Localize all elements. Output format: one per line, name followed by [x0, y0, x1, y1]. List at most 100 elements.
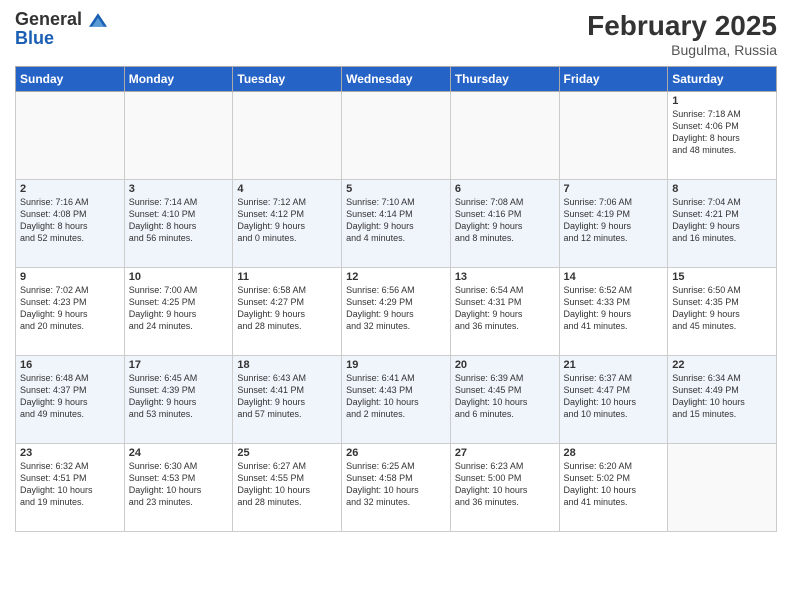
- calendar-cell: 7Sunrise: 7:06 AM Sunset: 4:19 PM Daylig…: [559, 180, 668, 268]
- calendar-header-row: Sunday Monday Tuesday Wednesday Thursday…: [16, 67, 777, 92]
- col-sunday: Sunday: [16, 67, 125, 92]
- calendar-cell: 26Sunrise: 6:25 AM Sunset: 4:58 PM Dayli…: [342, 444, 451, 532]
- day-info: Sunrise: 6:50 AM Sunset: 4:35 PM Dayligh…: [672, 284, 772, 333]
- day-number: 26: [346, 447, 446, 459]
- col-saturday: Saturday: [668, 67, 777, 92]
- day-info: Sunrise: 6:39 AM Sunset: 4:45 PM Dayligh…: [455, 372, 555, 421]
- day-number: 6: [455, 183, 555, 195]
- calendar-cell: 18Sunrise: 6:43 AM Sunset: 4:41 PM Dayli…: [233, 356, 342, 444]
- calendar-cell: 13Sunrise: 6:54 AM Sunset: 4:31 PM Dayli…: [450, 268, 559, 356]
- title-block: February 2025 Bugulma, Russia: [587, 10, 777, 58]
- day-info: Sunrise: 6:30 AM Sunset: 4:53 PM Dayligh…: [129, 460, 229, 509]
- calendar-cell: 17Sunrise: 6:45 AM Sunset: 4:39 PM Dayli…: [124, 356, 233, 444]
- logo: General Blue: [15, 10, 107, 49]
- logo-icon: [89, 13, 107, 27]
- calendar-cell: 21Sunrise: 6:37 AM Sunset: 4:47 PM Dayli…: [559, 356, 668, 444]
- day-info: Sunrise: 6:27 AM Sunset: 4:55 PM Dayligh…: [237, 460, 337, 509]
- calendar-cell: 4Sunrise: 7:12 AM Sunset: 4:12 PM Daylig…: [233, 180, 342, 268]
- page-container: General Blue February 2025 Bugulma, Russ…: [0, 0, 792, 542]
- logo-block: General Blue: [15, 10, 107, 49]
- calendar-table: Sunday Monday Tuesday Wednesday Thursday…: [15, 66, 777, 532]
- calendar-cell: [124, 92, 233, 180]
- day-info: Sunrise: 7:18 AM Sunset: 4:06 PM Dayligh…: [672, 108, 772, 157]
- calendar-week-row: 23Sunrise: 6:32 AM Sunset: 4:51 PM Dayli…: [16, 444, 777, 532]
- day-info: Sunrise: 6:52 AM Sunset: 4:33 PM Dayligh…: [564, 284, 664, 333]
- day-number: 5: [346, 183, 446, 195]
- day-number: 19: [346, 359, 446, 371]
- calendar-cell: 27Sunrise: 6:23 AM Sunset: 5:00 PM Dayli…: [450, 444, 559, 532]
- day-info: Sunrise: 7:06 AM Sunset: 4:19 PM Dayligh…: [564, 196, 664, 245]
- day-info: Sunrise: 6:54 AM Sunset: 4:31 PM Dayligh…: [455, 284, 555, 333]
- calendar-cell: 5Sunrise: 7:10 AM Sunset: 4:14 PM Daylig…: [342, 180, 451, 268]
- calendar-cell: [559, 92, 668, 180]
- calendar-cell: [450, 92, 559, 180]
- calendar-cell: 28Sunrise: 6:20 AM Sunset: 5:02 PM Dayli…: [559, 444, 668, 532]
- col-wednesday: Wednesday: [342, 67, 451, 92]
- day-number: 4: [237, 183, 337, 195]
- calendar-week-row: 2Sunrise: 7:16 AM Sunset: 4:08 PM Daylig…: [16, 180, 777, 268]
- month-title: February 2025: [587, 10, 777, 42]
- logo-blue: Blue: [15, 28, 107, 49]
- day-info: Sunrise: 6:58 AM Sunset: 4:27 PM Dayligh…: [237, 284, 337, 333]
- day-info: Sunrise: 7:02 AM Sunset: 4:23 PM Dayligh…: [20, 284, 120, 333]
- calendar-cell: [668, 444, 777, 532]
- col-tuesday: Tuesday: [233, 67, 342, 92]
- day-number: 14: [564, 271, 664, 283]
- calendar-cell: 12Sunrise: 6:56 AM Sunset: 4:29 PM Dayli…: [342, 268, 451, 356]
- calendar-cell: 11Sunrise: 6:58 AM Sunset: 4:27 PM Dayli…: [233, 268, 342, 356]
- day-info: Sunrise: 6:34 AM Sunset: 4:49 PM Dayligh…: [672, 372, 772, 421]
- calendar-week-row: 16Sunrise: 6:48 AM Sunset: 4:37 PM Dayli…: [16, 356, 777, 444]
- day-number: 17: [129, 359, 229, 371]
- day-number: 8: [672, 183, 772, 195]
- col-monday: Monday: [124, 67, 233, 92]
- calendar-cell: 1Sunrise: 7:18 AM Sunset: 4:06 PM Daylig…: [668, 92, 777, 180]
- day-info: Sunrise: 7:10 AM Sunset: 4:14 PM Dayligh…: [346, 196, 446, 245]
- col-thursday: Thursday: [450, 67, 559, 92]
- calendar-cell: 2Sunrise: 7:16 AM Sunset: 4:08 PM Daylig…: [16, 180, 125, 268]
- day-info: Sunrise: 6:20 AM Sunset: 5:02 PM Dayligh…: [564, 460, 664, 509]
- day-number: 22: [672, 359, 772, 371]
- day-info: Sunrise: 6:56 AM Sunset: 4:29 PM Dayligh…: [346, 284, 446, 333]
- day-info: Sunrise: 6:45 AM Sunset: 4:39 PM Dayligh…: [129, 372, 229, 421]
- calendar-cell: 10Sunrise: 7:00 AM Sunset: 4:25 PM Dayli…: [124, 268, 233, 356]
- day-number: 18: [237, 359, 337, 371]
- calendar-cell: [342, 92, 451, 180]
- day-number: 16: [20, 359, 120, 371]
- calendar-cell: 14Sunrise: 6:52 AM Sunset: 4:33 PM Dayli…: [559, 268, 668, 356]
- calendar-cell: 24Sunrise: 6:30 AM Sunset: 4:53 PM Dayli…: [124, 444, 233, 532]
- calendar-cell: [233, 92, 342, 180]
- day-info: Sunrise: 6:41 AM Sunset: 4:43 PM Dayligh…: [346, 372, 446, 421]
- calendar-cell: 16Sunrise: 6:48 AM Sunset: 4:37 PM Dayli…: [16, 356, 125, 444]
- calendar-cell: 23Sunrise: 6:32 AM Sunset: 4:51 PM Dayli…: [16, 444, 125, 532]
- day-info: Sunrise: 6:43 AM Sunset: 4:41 PM Dayligh…: [237, 372, 337, 421]
- day-number: 21: [564, 359, 664, 371]
- day-info: Sunrise: 6:23 AM Sunset: 5:00 PM Dayligh…: [455, 460, 555, 509]
- day-number: 9: [20, 271, 120, 283]
- calendar-cell: 25Sunrise: 6:27 AM Sunset: 4:55 PM Dayli…: [233, 444, 342, 532]
- day-number: 12: [346, 271, 446, 283]
- location: Bugulma, Russia: [587, 42, 777, 58]
- day-number: 11: [237, 271, 337, 283]
- day-info: Sunrise: 6:37 AM Sunset: 4:47 PM Dayligh…: [564, 372, 664, 421]
- calendar-cell: 22Sunrise: 6:34 AM Sunset: 4:49 PM Dayli…: [668, 356, 777, 444]
- day-number: 2: [20, 183, 120, 195]
- calendar-cell: 3Sunrise: 7:14 AM Sunset: 4:10 PM Daylig…: [124, 180, 233, 268]
- day-number: 3: [129, 183, 229, 195]
- day-info: Sunrise: 7:04 AM Sunset: 4:21 PM Dayligh…: [672, 196, 772, 245]
- calendar-cell: [16, 92, 125, 180]
- day-info: Sunrise: 6:48 AM Sunset: 4:37 PM Dayligh…: [20, 372, 120, 421]
- day-number: 24: [129, 447, 229, 459]
- day-number: 20: [455, 359, 555, 371]
- day-info: Sunrise: 7:12 AM Sunset: 4:12 PM Dayligh…: [237, 196, 337, 245]
- header: General Blue February 2025 Bugulma, Russ…: [15, 10, 777, 58]
- day-number: 15: [672, 271, 772, 283]
- day-info: Sunrise: 6:32 AM Sunset: 4:51 PM Dayligh…: [20, 460, 120, 509]
- calendar-cell: 6Sunrise: 7:08 AM Sunset: 4:16 PM Daylig…: [450, 180, 559, 268]
- day-number: 27: [455, 447, 555, 459]
- day-number: 1: [672, 95, 772, 107]
- day-info: Sunrise: 7:14 AM Sunset: 4:10 PM Dayligh…: [129, 196, 229, 245]
- calendar-cell: 8Sunrise: 7:04 AM Sunset: 4:21 PM Daylig…: [668, 180, 777, 268]
- day-number: 25: [237, 447, 337, 459]
- col-friday: Friday: [559, 67, 668, 92]
- calendar-week-row: 1Sunrise: 7:18 AM Sunset: 4:06 PM Daylig…: [16, 92, 777, 180]
